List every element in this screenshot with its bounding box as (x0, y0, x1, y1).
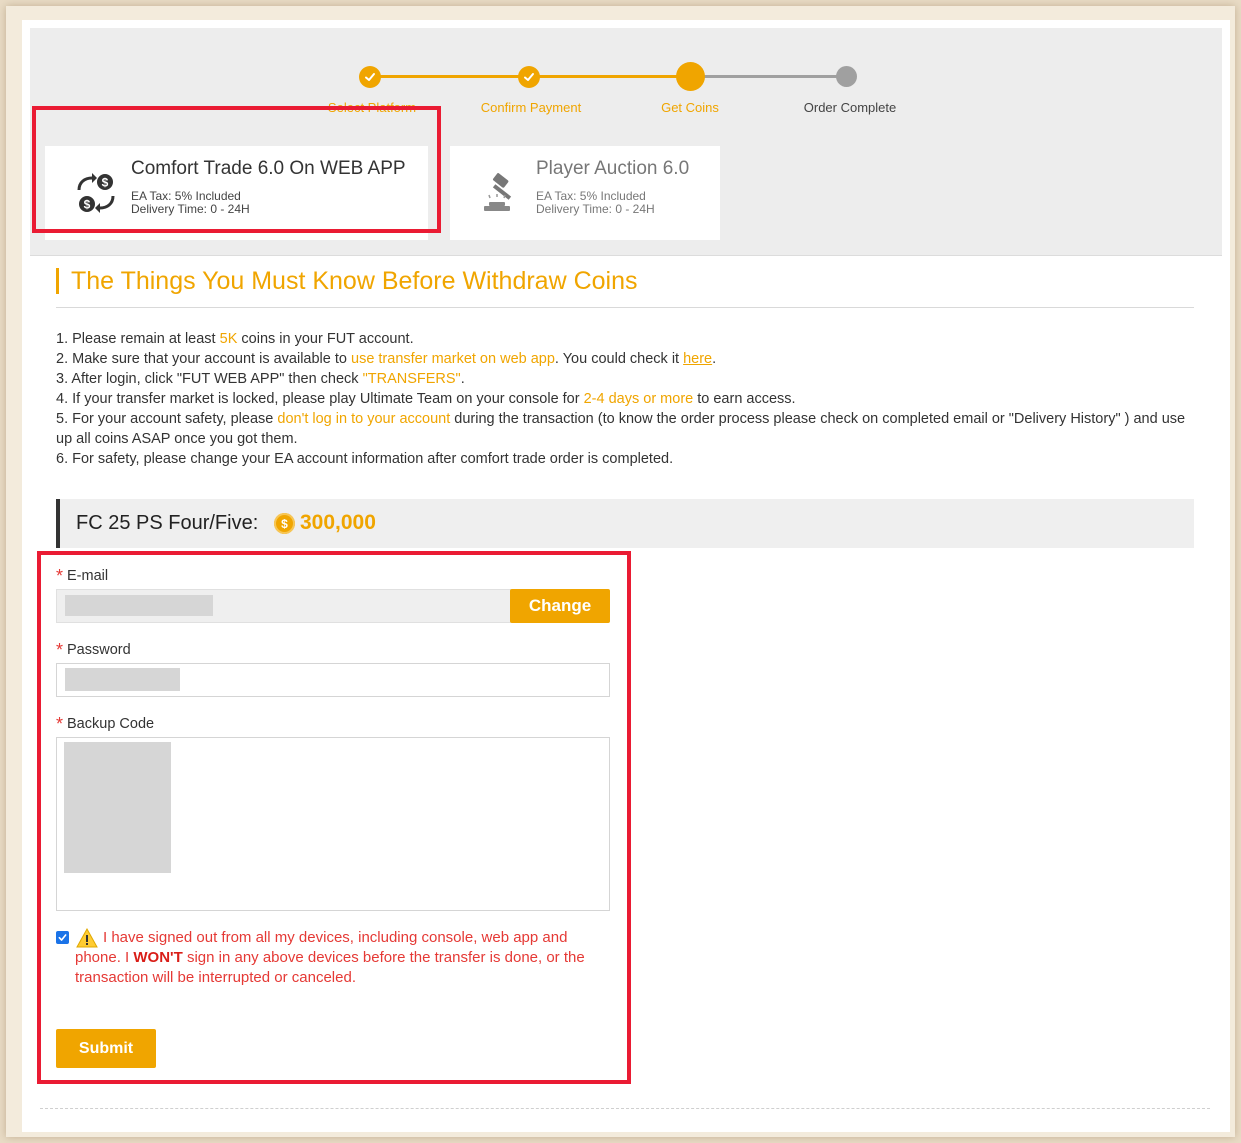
step-1-label: Select Platform (327, 100, 417, 115)
rule-3: 3. After login, click "FUT WEB APP" then… (56, 371, 465, 387)
redacted-password (65, 668, 180, 691)
signout-notice-text: I have signed out from all my devices, i… (75, 929, 585, 986)
step-4-pending-dot (836, 66, 857, 87)
redacted-email (65, 595, 213, 616)
email-label: * E-mail (56, 566, 109, 586)
platform-delivery: Delivery Time: 0 - 24H (131, 202, 250, 216)
backup-code-label: * Backup Code (56, 714, 155, 734)
currency-exchange-icon: $ $ (73, 170, 119, 216)
footer-divider (40, 1108, 1210, 1109)
rule-4: 4. If your transfer market is locked, pl… (56, 391, 796, 407)
step-2-label: Confirm Payment (480, 100, 582, 115)
step-1-check-icon (359, 66, 381, 88)
step-connector-2 (535, 75, 687, 78)
backup-code-field[interactable] (56, 737, 610, 911)
check-here-link[interactable]: here (683, 351, 712, 367)
order-coin-amount: 300,000 (300, 511, 376, 534)
platform-card-comfort-trade[interactable]: $ $ Comfort Trade 6.0 On WEB APP EA Tax:… (45, 146, 428, 240)
password-label: * Password (56, 640, 131, 660)
auction-gavel-icon (478, 170, 524, 216)
step-3-current-dot (676, 62, 705, 91)
svg-text:$: $ (102, 176, 109, 190)
signout-confirmation: I have signed out from all my devices, i… (56, 927, 601, 988)
submit-button[interactable]: Submit (56, 1029, 156, 1068)
platform-tax: EA Tax: 5% Included (536, 189, 646, 203)
platform-card-player-auction[interactable]: Player Auction 6.0 EA Tax: 5% Included D… (450, 146, 720, 240)
svg-text:$: $ (84, 198, 91, 212)
platform-title: Player Auction 6.0 (536, 158, 690, 179)
rule-1: 1. Please remain at least 5K coins in yo… (56, 331, 414, 347)
order-product-label: FC 25 PS Four/Five: (76, 512, 259, 534)
order-summary: FC 25 PS Four/Five: $ 300,000 (56, 499, 1194, 548)
page-container: Select Platform Confirm Payment Get Coin… (22, 20, 1230, 1132)
platform-title: Comfort Trade 6.0 On WEB APP (131, 158, 406, 179)
redacted-backup-codes (64, 742, 171, 873)
platform-tax: EA Tax: 5% Included (131, 189, 241, 203)
coin-icon: $ (274, 513, 295, 534)
platform-delivery: Delivery Time: 0 - 24H (536, 202, 655, 216)
page-frame: Select Platform Confirm Payment Get Coin… (6, 6, 1235, 1137)
step-connector-1 (376, 75, 528, 78)
notice-title: The Things You Must Know Before Withdraw… (56, 268, 638, 294)
step-4-label: Order Complete (803, 100, 897, 115)
notice-list: 1. Please remain at least 5K coins in yo… (56, 329, 1186, 469)
step-2-check-icon (518, 66, 540, 88)
step-connector-3 (699, 75, 847, 78)
rule-2: 2. Make sure that your account is availa… (56, 351, 717, 367)
change-email-button[interactable]: Change (510, 589, 610, 623)
rule-6: 6. For safety, please change your EA acc… (56, 451, 674, 467)
rule-5: 5. For your account safety, please don't… (56, 411, 1186, 447)
order-progress-panel: Select Platform Confirm Payment Get Coin… (30, 28, 1222, 256)
step-3-label: Get Coins (661, 100, 719, 115)
password-field[interactable] (56, 663, 610, 697)
email-field[interactable] (56, 589, 511, 623)
divider (56, 307, 1194, 308)
